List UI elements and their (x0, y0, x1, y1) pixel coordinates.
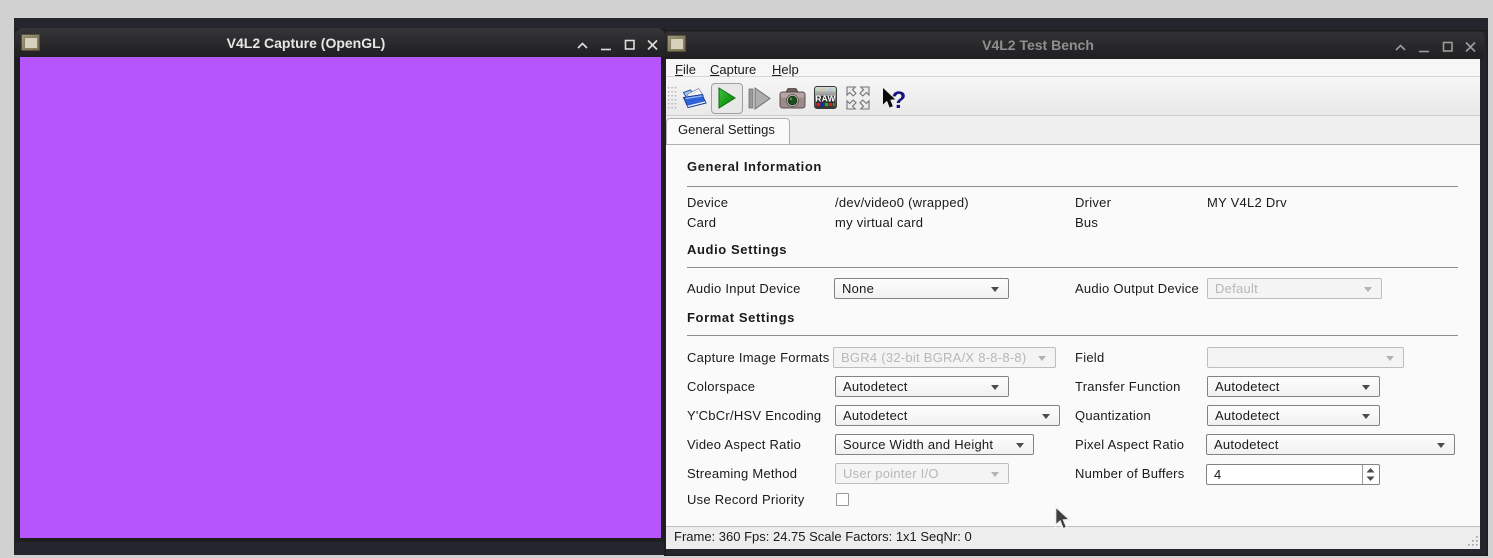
svg-text:RAW: RAW (815, 93, 835, 103)
svg-text:?: ? (892, 87, 907, 113)
